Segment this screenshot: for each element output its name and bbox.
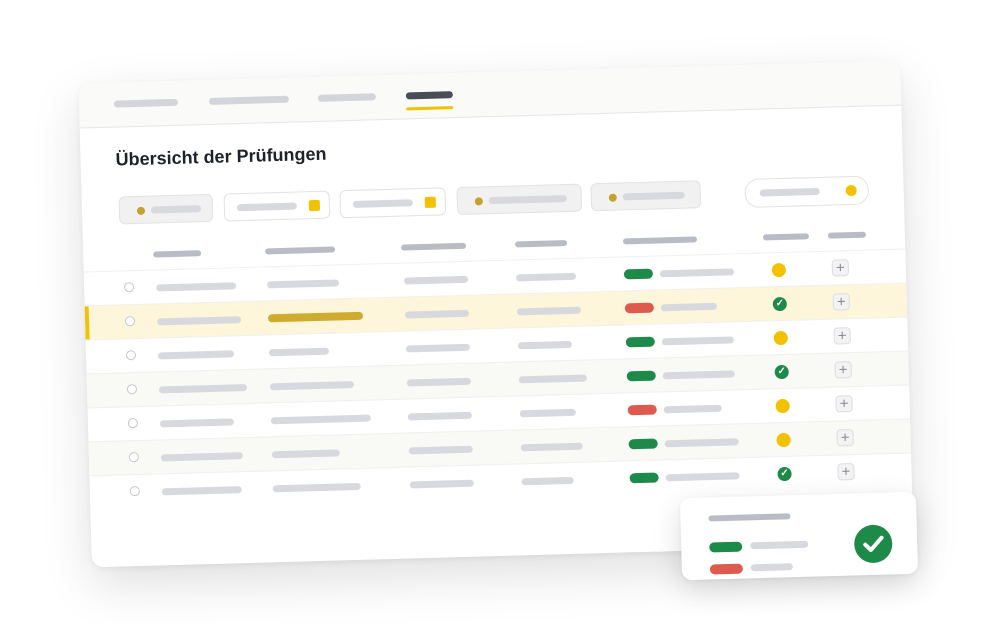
column-header xyxy=(827,231,867,239)
summary-card xyxy=(679,491,919,581)
column-header xyxy=(762,233,810,241)
result-pass-pill xyxy=(709,541,743,553)
column-header xyxy=(401,242,467,251)
filter-chip-4[interactable] xyxy=(456,183,583,216)
row-radio[interactable] xyxy=(127,418,139,429)
search-indicator-icon xyxy=(845,184,857,197)
square-marker-icon xyxy=(308,199,321,212)
pending-status-icon xyxy=(776,432,791,448)
result-pass-pill xyxy=(628,438,658,450)
column-header xyxy=(622,236,698,245)
square-marker-icon xyxy=(424,196,437,208)
column-header xyxy=(514,239,568,248)
filter-chip-2[interactable] xyxy=(223,190,331,222)
column-header xyxy=(265,246,336,255)
tab-2[interactable] xyxy=(208,95,290,126)
check-icon: ✓ xyxy=(777,466,792,482)
row-radio[interactable] xyxy=(126,384,138,395)
add-icon[interactable]: + xyxy=(833,327,851,345)
tab-4-active[interactable] xyxy=(405,91,454,120)
add-icon[interactable]: + xyxy=(831,259,850,277)
search-input[interactable] xyxy=(744,175,870,209)
status-dot-icon xyxy=(136,206,146,215)
add-icon[interactable]: + xyxy=(836,429,854,447)
page-title: Übersicht der Prüfungen xyxy=(115,143,327,170)
add-icon[interactable]: + xyxy=(832,293,851,311)
check-icon: ✓ xyxy=(774,364,789,380)
result-fail-pill xyxy=(709,563,744,575)
result-pass-pill xyxy=(623,268,654,280)
row-radio[interactable] xyxy=(123,282,135,293)
row-radio[interactable] xyxy=(125,350,137,361)
status-dot-icon xyxy=(608,193,617,202)
tab-1[interactable] xyxy=(113,98,179,129)
inspections-window: Übersicht der Prüfungen + ✓ + + ✓ + + + … xyxy=(78,60,914,568)
row-radio[interactable] xyxy=(124,316,136,327)
add-icon[interactable]: + xyxy=(835,395,853,413)
row-radio[interactable] xyxy=(129,486,140,497)
pending-status-icon xyxy=(773,330,788,346)
result-fail-pill xyxy=(627,404,657,416)
filter-chip-3[interactable] xyxy=(339,187,447,219)
add-icon[interactable]: + xyxy=(837,463,855,481)
result-fail-pill xyxy=(624,302,655,314)
result-pass-pill xyxy=(626,370,656,382)
filter-chip-5[interactable] xyxy=(590,180,702,212)
check-circle-icon xyxy=(853,524,893,564)
selection-indicator xyxy=(84,306,90,341)
status-dot-icon xyxy=(474,197,483,206)
active-tab-indicator xyxy=(406,106,454,111)
row-radio[interactable] xyxy=(128,452,139,463)
result-pass-pill xyxy=(625,336,655,348)
tab-3[interactable] xyxy=(317,93,377,123)
check-icon: ✓ xyxy=(772,296,788,312)
pending-status-icon xyxy=(775,398,790,414)
pending-status-icon xyxy=(771,262,787,278)
filter-chip-1[interactable] xyxy=(118,193,214,225)
add-icon[interactable]: + xyxy=(834,361,852,379)
result-pass-pill xyxy=(629,472,659,484)
tab-bar xyxy=(78,60,902,129)
column-header xyxy=(153,250,202,258)
